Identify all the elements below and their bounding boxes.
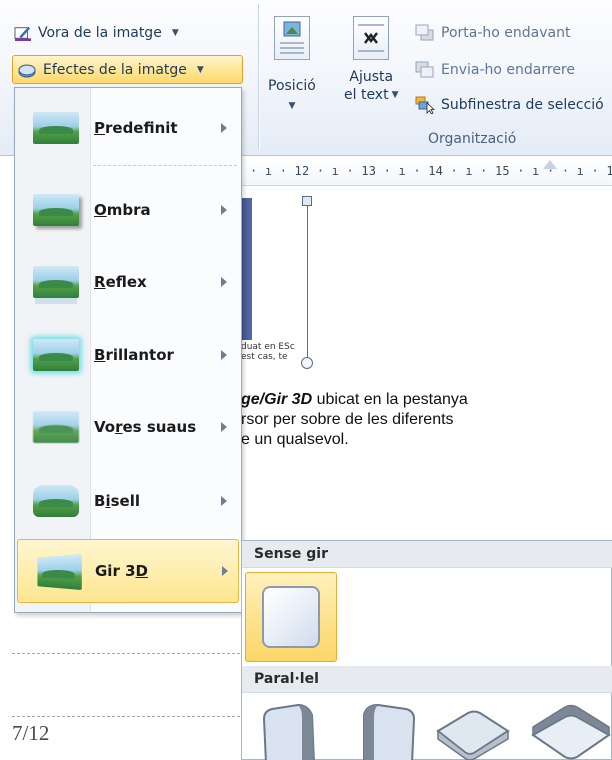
selection-frame-edge (307, 198, 308, 363)
chevron-down-icon: ▼ (288, 101, 296, 111)
group-separator (258, 4, 259, 150)
menu-item-label: Gir 3D (95, 562, 148, 580)
menu-item-label: Ombra (94, 201, 151, 219)
no-rotation-preview (262, 586, 320, 648)
page-boundary-line (12, 653, 240, 654)
ajusta-label-line2: el text (344, 87, 389, 103)
page-number: 7/12 (12, 721, 50, 745)
ajusta-el-text-button[interactable]: Ajusta el text ▼ (344, 16, 399, 104)
submenu-arrow-icon (221, 350, 227, 360)
section-header-sense-gir: Sense gir (242, 541, 612, 568)
indent-marker[interactable] (543, 160, 557, 169)
menu-item-label: Predefinit (94, 119, 178, 137)
effect-preview-icon (33, 411, 79, 443)
effect-preview-icon (34, 553, 82, 591)
group-label-organitzacio: Organització (428, 131, 517, 147)
menu-item-ombra[interactable]: Ombra (17, 178, 239, 242)
chevron-down-icon: ▼ (171, 28, 179, 38)
parallel-rotation-option-4[interactable] (529, 701, 612, 760)
chevron-down-icon: ▼ (391, 90, 399, 100)
submenu-arrow-icon (221, 422, 227, 432)
wrap-text-icon (353, 16, 390, 60)
chevron-down-icon: ▼ (196, 64, 204, 75)
effect-preview-icon (33, 339, 79, 371)
posicio-label: Posició (268, 78, 316, 94)
parallel-rotation-option-3[interactable] (432, 701, 512, 760)
efectes-dropdown-menu: Predefinit Ombra Reflex Brillantor Vores sua… (14, 87, 242, 613)
menu-item-vores-suaus[interactable]: Vores suaus (17, 395, 239, 459)
caption-line: duat en ESc (241, 342, 295, 352)
menu-item-predefinit[interactable]: Predefinit (17, 96, 239, 160)
position-icon (273, 16, 310, 60)
body-text: e un qualsevol. (241, 431, 349, 448)
subfinestra-de-seleccio-button[interactable]: Subfinestra de selecció (415, 92, 604, 118)
envia-ho-endarrere-button[interactable]: Envia-ho endarrere (415, 57, 575, 83)
vora-label: Vora de la imatge (38, 25, 162, 41)
no-rotation-option[interactable] (245, 572, 337, 662)
horizontal-ruler[interactable]: · ı · 12 · ı · 13 · ı · 14 · ı · 15 · ı … (240, 158, 612, 186)
porta-label: Porta-ho endavant (441, 25, 571, 41)
menu-item-label: Reflex (94, 273, 147, 291)
picture-effects-icon (18, 64, 36, 77)
efectes-de-la-imatge-button[interactable]: Efectes de la imatge ▼ (12, 55, 243, 84)
ruler-ticks: · ı · 12 · ı · 13 · ı · 14 · ı · 15 · ı … (250, 164, 612, 178)
menu-item-brillantor[interactable]: Brillantor (17, 323, 239, 387)
porta-ho-endavant-button[interactable]: Porta-ho endavant (415, 20, 570, 46)
posicio-button[interactable]: Posició ▼ (268, 16, 316, 116)
menu-item-bisell[interactable]: Bisell (17, 469, 239, 533)
submenu-arrow-icon (221, 123, 227, 133)
vora-de-la-imatge-button[interactable]: Vora de la imatge ▼ (14, 21, 179, 45)
efectes-label: Efectes de la imatge (43, 61, 187, 78)
submenu-arrow-icon (221, 496, 227, 506)
page-boundary-line (12, 716, 240, 717)
menu-separator (93, 165, 237, 166)
parallel-rotation-option-1[interactable] (258, 701, 324, 760)
menu-item-label: Vores suaus (94, 418, 197, 436)
resize-handle[interactable] (301, 357, 313, 369)
document-left-margin (0, 156, 14, 760)
body-text: ubicat en la pestanya (312, 391, 468, 408)
send-backward-icon (415, 61, 434, 78)
body-text: rsor per sobre de les diferents (241, 411, 454, 428)
resize-handle[interactable] (302, 196, 312, 206)
effect-preview-icon (33, 112, 79, 144)
section-header-parallel: Paral·lel (242, 666, 612, 693)
body-bold-italic: ge/Gir 3D (241, 391, 313, 408)
subfinestra-label: Subfinestra de selecció (441, 97, 604, 113)
image-caption: duat en ESc est cas, te (241, 342, 295, 362)
effect-preview-icon (33, 194, 79, 226)
envia-label: Envia-ho endarrere (441, 62, 575, 78)
submenu-arrow-icon (221, 277, 227, 287)
selection-pane-icon (415, 96, 435, 114)
effect-preview-icon (33, 266, 79, 298)
parallel-rotation-option-2[interactable] (352, 701, 418, 760)
bring-forward-icon (415, 24, 434, 41)
caption-line: est cas, te (241, 352, 288, 362)
submenu-arrow-icon (221, 205, 227, 215)
menu-item-label: Bisell (94, 492, 140, 510)
ajusta-label-line1: Ajusta (349, 69, 394, 85)
menu-item-label: Brillantor (94, 346, 174, 364)
effect-preview-icon (33, 485, 79, 517)
gir-3d-gallery: Sense gir Paral·lel (241, 540, 612, 760)
submenu-arrow-icon (222, 566, 228, 576)
menu-item-gir-3d[interactable]: Gir 3D (17, 539, 239, 603)
menu-item-reflex[interactable]: Reflex (17, 250, 239, 314)
picture-border-icon (14, 26, 31, 41)
document-text: ge/Gir 3D ubicat en la pestanya rsor per… (241, 390, 468, 450)
